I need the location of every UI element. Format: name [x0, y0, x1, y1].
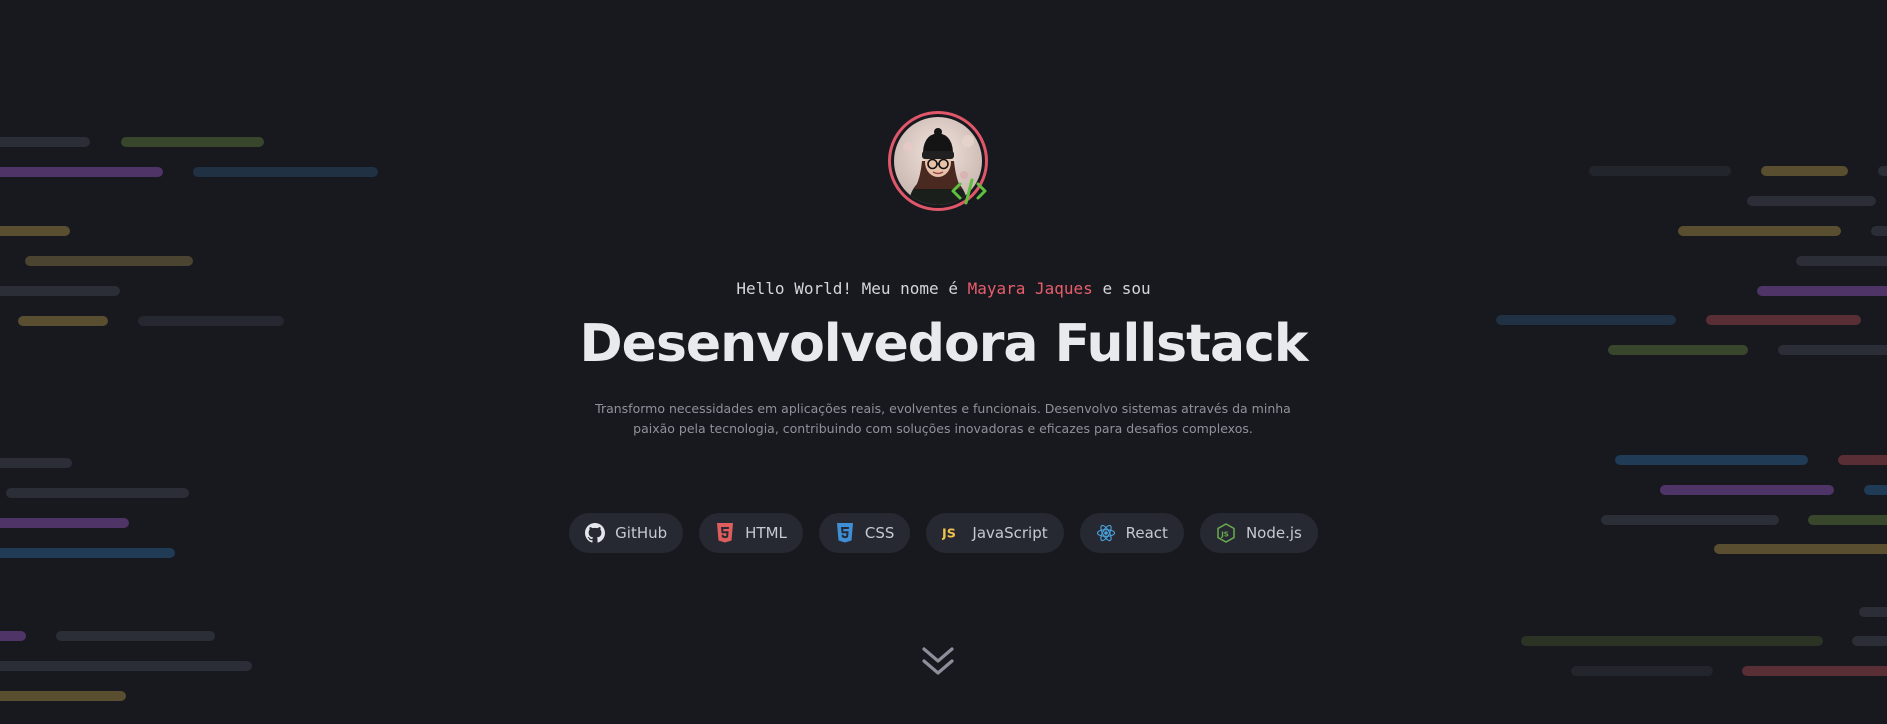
skill-label: JavaScript: [972, 524, 1048, 542]
skill-label: HTML: [745, 524, 787, 542]
css3-icon: [835, 523, 855, 543]
skill-chip-github[interactable]: GitHub: [569, 513, 684, 553]
skill-label: CSS: [864, 524, 895, 542]
skill-label: React: [1125, 524, 1168, 542]
greeting-prefix: Hello World! Meu nome é: [736, 279, 968, 298]
svg-text:JS: JS: [1220, 531, 1229, 539]
skill-chip-css[interactable]: CSS: [818, 513, 911, 553]
skills-list: GitHub HTML CSS JS JavaScript React JS N…: [0, 513, 1887, 553]
svg-text:JS: JS: [942, 526, 956, 541]
html5-icon: [715, 523, 735, 543]
code-brackets-icon: [950, 175, 988, 207]
javascript-icon: JS: [942, 523, 962, 543]
portfolio-page: Hello World! Meu nome é Mayara Jaques e …: [0, 0, 1887, 724]
skill-chip-nodejs[interactable]: JS Node.js: [1199, 513, 1318, 553]
hero-section: Hello World! Meu nome é Mayara Jaques e …: [0, 0, 1887, 724]
skill-chip-html[interactable]: HTML: [699, 513, 803, 553]
skill-label: Node.js: [1245, 524, 1302, 542]
react-icon: [1096, 523, 1116, 543]
skill-chip-react[interactable]: React: [1079, 513, 1184, 553]
page-title: Desenvolvedora Fullstack: [579, 314, 1309, 374]
nodejs-icon: JS: [1216, 523, 1236, 543]
avatar: [888, 111, 988, 211]
hero-description: Transformo necessidades em aplicações re…: [595, 401, 1291, 436]
github-icon: [585, 523, 606, 543]
greeting-name: Mayara Jaques: [967, 279, 1093, 298]
greeting-text: Hello World! Meu nome é Mayara Jaques e …: [0, 279, 1887, 298]
skill-chip-javascript[interactable]: JS JavaScript: [926, 513, 1064, 553]
skill-label: GitHub: [615, 524, 668, 542]
double-chevron-down-icon[interactable]: [920, 644, 956, 680]
greeting-suffix: e sou: [1092, 279, 1151, 298]
